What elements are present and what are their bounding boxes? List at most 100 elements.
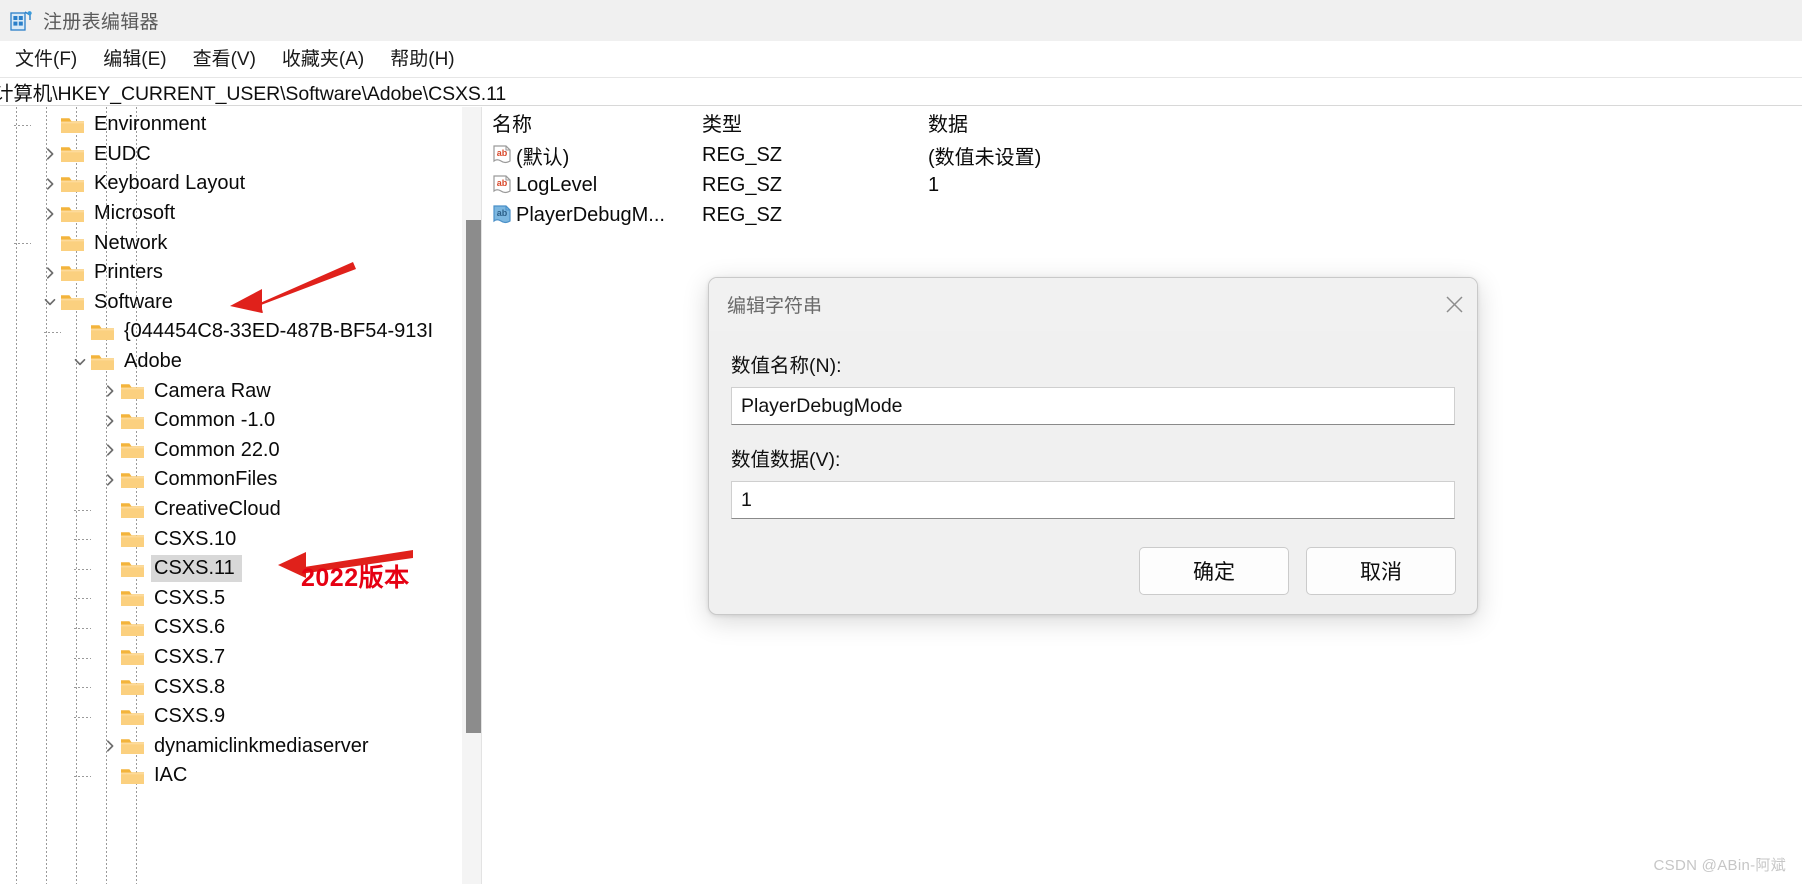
tree-node-csxs.5[interactable]: CSXS.5 bbox=[0, 584, 481, 614]
tree-node-label: Environment bbox=[94, 113, 207, 136]
tree-node-dynamiclinkmediaserver[interactable]: dynamiclinkmediaserver bbox=[0, 731, 481, 761]
tree-node-common-1.0[interactable]: Common -1.0 bbox=[0, 406, 481, 436]
folder-icon bbox=[120, 440, 145, 460]
value-row[interactable]: ab PlayerDebugM... REG_SZ bbox=[482, 200, 1802, 230]
tree-node-creativecloud[interactable]: CreativeCloud bbox=[0, 495, 481, 525]
tree-node-leaf-marker bbox=[100, 672, 120, 702]
edit-string-dialog[interactable]: 编辑字符串 数值名称(N): PlayerDebugMode 数值数据(V): … bbox=[708, 277, 1478, 615]
menu-view[interactable]: 查看(V) bbox=[180, 41, 269, 78]
folder-icon bbox=[60, 115, 85, 135]
value-row-name-cell[interactable]: ab PlayerDebugM... bbox=[482, 204, 692, 227]
chevron-right-icon[interactable] bbox=[100, 465, 120, 495]
tree-node-csxs.10[interactable]: CSXS.10 bbox=[0, 524, 481, 554]
address-bar[interactable]: 计算机\HKEY_CURRENT_USER\Software\Adobe\CSX… bbox=[0, 78, 1802, 106]
folder-icon bbox=[60, 174, 85, 194]
window-titlebar: 注册表编辑器 bbox=[0, 0, 1802, 41]
folder-icon bbox=[120, 381, 145, 401]
tree-node-keyboard-layout[interactable]: Keyboard Layout bbox=[0, 169, 481, 199]
value-data-input[interactable]: 1 bbox=[731, 481, 1455, 519]
tree-node-microsoft[interactable]: Microsoft bbox=[0, 199, 481, 229]
menu-edit[interactable]: 编辑(E) bbox=[90, 41, 179, 78]
tree-node-csxs.9[interactable]: CSXS.9 bbox=[0, 702, 481, 732]
tree-node-leaf-marker bbox=[100, 761, 120, 791]
tree-node-label: Software bbox=[94, 290, 173, 313]
value-name: LogLevel bbox=[516, 173, 598, 196]
tree-node-label: Camera Raw bbox=[154, 379, 271, 402]
menu-favorites[interactable]: 收藏夹(A) bbox=[269, 41, 377, 78]
tree-node-network[interactable]: Network bbox=[0, 228, 481, 258]
folder-icon bbox=[60, 204, 85, 224]
tree-node-camera-raw[interactable]: Camera Raw bbox=[0, 376, 481, 406]
tree-node-label: CSXS.5 bbox=[154, 586, 226, 609]
tree-node-printers[interactable]: Printers bbox=[0, 258, 481, 288]
tree-node-environment[interactable]: Environment bbox=[0, 110, 481, 140]
value-row-name-cell[interactable]: ab LogLevel bbox=[482, 174, 692, 197]
chevron-right-icon[interactable] bbox=[100, 731, 120, 761]
tree-node-commonfiles[interactable]: CommonFiles bbox=[0, 465, 481, 495]
tree-node-label: CSXS.7 bbox=[154, 645, 226, 668]
tree-node-csxs.8[interactable]: CSXS.8 bbox=[0, 672, 481, 702]
svg-text:ab: ab bbox=[497, 208, 508, 218]
folder-icon bbox=[120, 766, 145, 786]
value-type: REG_SZ bbox=[702, 143, 783, 166]
menu-file[interactable]: 文件(F) bbox=[2, 41, 90, 78]
column-header-name[interactable]: 名称 bbox=[482, 107, 692, 140]
tree-node-common-22.0[interactable]: Common 22.0 bbox=[0, 436, 481, 466]
menu-help[interactable]: 帮助(H) bbox=[377, 41, 467, 78]
tree-node-label: Printers bbox=[94, 261, 163, 284]
chevron-right-icon[interactable] bbox=[40, 199, 60, 229]
registry-tree-pane[interactable]: Environment EUDC Keyboard Layout Microsoft N… bbox=[0, 107, 482, 884]
chevron-right-icon[interactable] bbox=[40, 169, 60, 199]
dialog-body: 数值名称(N): PlayerDebugMode 数值数据(V): 1 bbox=[709, 331, 1477, 519]
cancel-button[interactable]: 取消 bbox=[1306, 547, 1456, 595]
chevron-right-icon[interactable] bbox=[100, 436, 120, 466]
tree-node-label: CommonFiles bbox=[154, 468, 278, 491]
tree-node-adobe[interactable]: Adobe bbox=[0, 347, 481, 377]
tree-node-leaf-marker bbox=[100, 554, 120, 584]
value-type: REG_SZ bbox=[702, 203, 783, 226]
tree-scrollbar-thumb[interactable] bbox=[466, 220, 481, 733]
chevron-right-icon[interactable] bbox=[40, 258, 60, 288]
tree-node-csxs.6[interactable]: CSXS.6 bbox=[0, 613, 481, 643]
tree-node-csxs.7[interactable]: CSXS.7 bbox=[0, 643, 481, 673]
tree-node-label: CSXS.11 bbox=[151, 555, 242, 583]
tree-vertical-scrollbar[interactable] bbox=[462, 107, 481, 884]
chevron-right-icon[interactable] bbox=[40, 140, 60, 170]
tree-node--044454c8-33ed-487b-bf54-913i[interactable]: {044454C8-33ED-487B-BF54-913I bbox=[0, 317, 481, 347]
tree-node-label: CreativeCloud bbox=[154, 498, 281, 521]
ok-button[interactable]: 确定 bbox=[1139, 547, 1289, 595]
folder-icon bbox=[120, 470, 145, 490]
tree-node-label: EUDC bbox=[94, 142, 151, 165]
tree-node-eudc[interactable]: EUDC bbox=[0, 140, 481, 170]
tree-node-label: CSXS.8 bbox=[154, 675, 226, 698]
tree-node-leaf-marker bbox=[40, 110, 60, 140]
tree-node-leaf-marker bbox=[40, 228, 60, 258]
column-header-type[interactable]: 类型 bbox=[692, 107, 918, 140]
registry-tree[interactable]: Environment EUDC Keyboard Layout Microsoft N… bbox=[0, 107, 481, 884]
chevron-right-icon[interactable] bbox=[100, 406, 120, 436]
tree-node-leaf-marker bbox=[100, 702, 120, 732]
close-icon[interactable] bbox=[1431, 279, 1477, 331]
value-data: (数值未设置) bbox=[928, 146, 1042, 169]
svg-text:ab: ab bbox=[497, 148, 508, 158]
chevron-right-icon[interactable] bbox=[100, 376, 120, 406]
chevron-down-icon[interactable] bbox=[70, 347, 90, 377]
tree-node-leaf-marker bbox=[70, 317, 90, 347]
tree-node-iac[interactable]: IAC bbox=[0, 761, 481, 791]
value-row[interactable]: ab LogLevel REG_SZ 1 bbox=[482, 170, 1802, 200]
tree-node-label: Microsoft bbox=[94, 202, 176, 225]
value-row[interactable]: ab (默认) REG_SZ (数值未设置) bbox=[482, 140, 1802, 170]
menubar: 文件(F) 编辑(E) 查看(V) 收藏夹(A) 帮助(H) bbox=[0, 41, 1802, 78]
column-header-data[interactable]: 数据 bbox=[918, 107, 1558, 140]
chevron-down-icon[interactable] bbox=[40, 288, 60, 318]
value-name-input[interactable]: PlayerDebugMode bbox=[731, 387, 1455, 425]
watermark: CSDN @ABin-阿斌 bbox=[1653, 857, 1786, 874]
value-row-name-cell[interactable]: ab (默认) bbox=[482, 141, 692, 170]
registry-path[interactable]: 计算机\HKEY_CURRENT_USER\Software\Adobe\CSX… bbox=[0, 77, 506, 106]
folder-icon bbox=[120, 500, 145, 520]
values-list-header: 名称 类型 数据 bbox=[482, 107, 1802, 140]
values-list-rows[interactable]: ab (默认) REG_SZ (数值未设置) ab LogLevel REG_SZ 1 ab Pl… bbox=[482, 140, 1802, 230]
tree-node-csxs.11[interactable]: CSXS.11 bbox=[0, 554, 481, 584]
dialog-title: 编辑字符串 bbox=[727, 296, 823, 317]
tree-node-software[interactable]: Software bbox=[0, 288, 481, 318]
